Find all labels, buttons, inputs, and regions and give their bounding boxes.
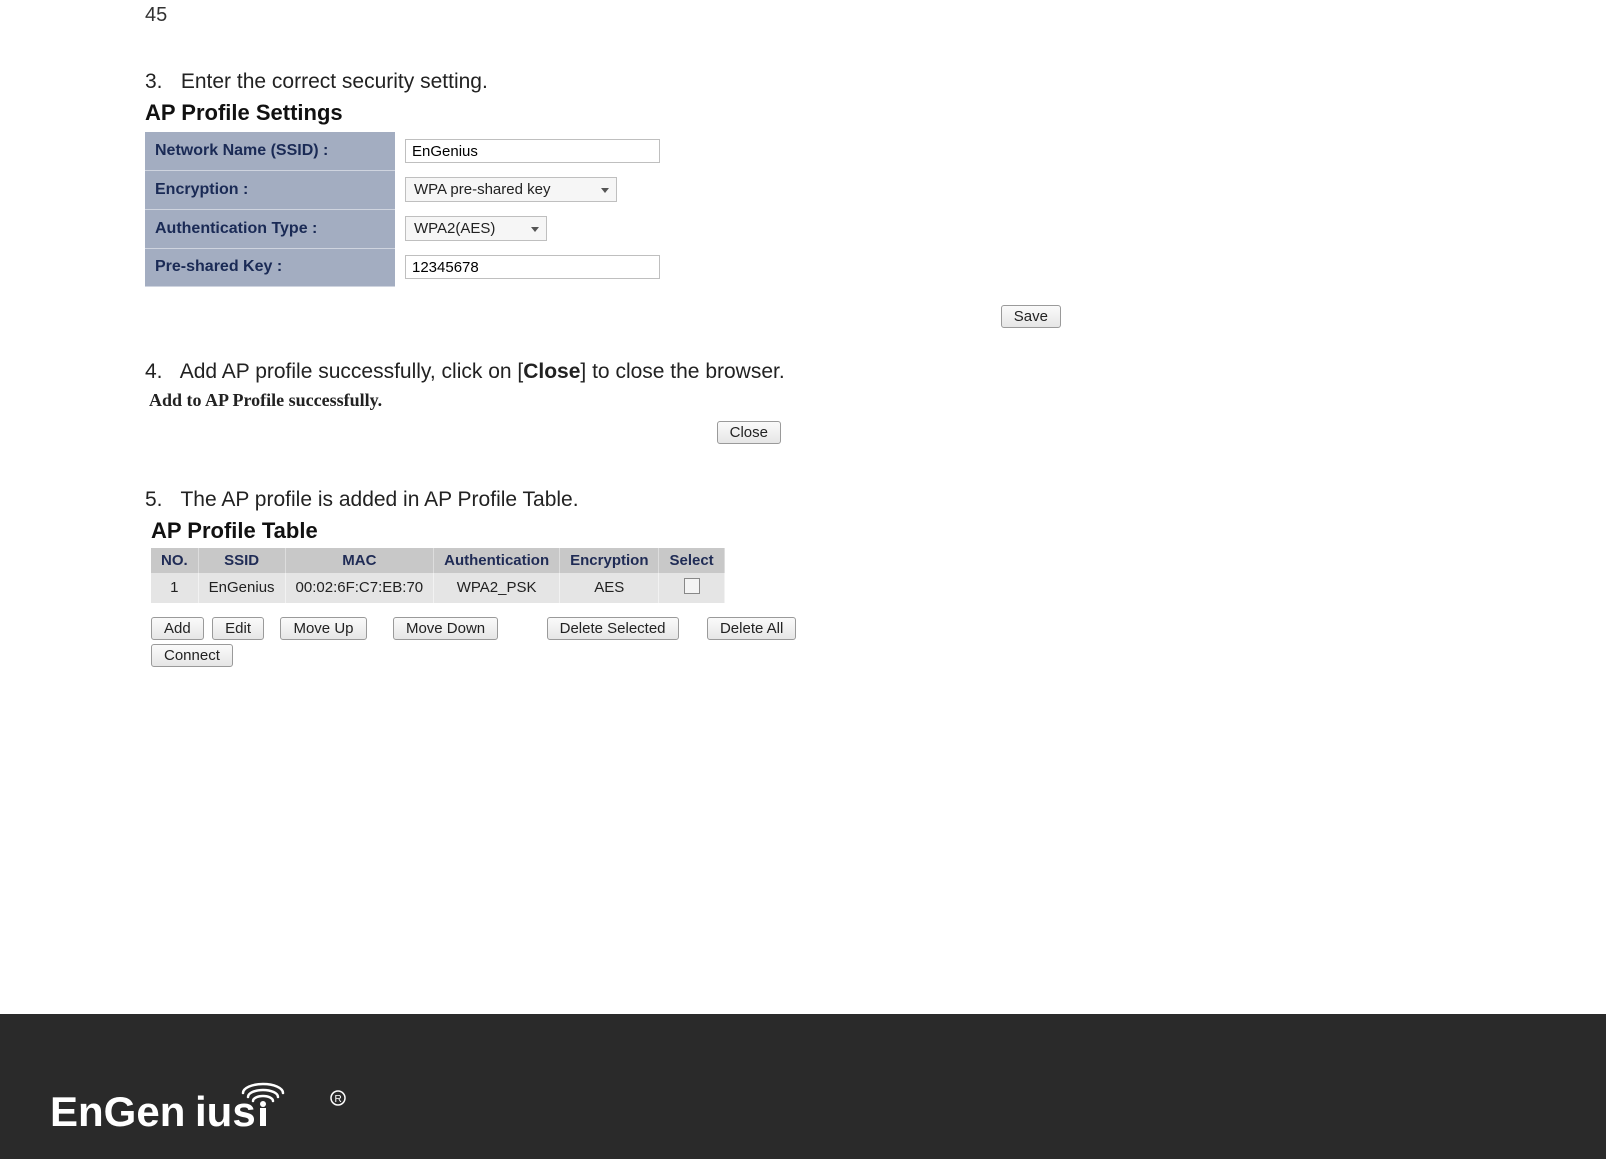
auth-type-row: Authentication Type : WPA2(AES) bbox=[145, 209, 675, 248]
step-number: 3. bbox=[145, 70, 175, 94]
step-4: 4. Add AP profile successfully, click on… bbox=[145, 360, 1145, 384]
move-down-button[interactable]: Move Down bbox=[393, 617, 498, 640]
delete-selected-button[interactable]: Delete Selected bbox=[547, 617, 679, 640]
table-header-row: NO. SSID MAC Authentication Encryption S… bbox=[151, 548, 724, 573]
encryption-row: Encryption : WPA pre-shared key bbox=[145, 170, 675, 209]
ssid-label: Network Name (SSID) : bbox=[145, 132, 395, 170]
add-button[interactable]: Add bbox=[151, 617, 204, 640]
step-number: 4. bbox=[145, 360, 175, 384]
col-enc: Encryption bbox=[560, 548, 659, 573]
step-text: Enter the correct security setting. bbox=[181, 70, 488, 93]
engenius-logo-icon: EnGen ius R bbox=[50, 1076, 360, 1136]
svg-text:ius: ius bbox=[195, 1088, 256, 1135]
step-4-bold: Close bbox=[523, 360, 580, 383]
ssid-input[interactable] bbox=[405, 139, 660, 163]
page-footer: EnGen ius R bbox=[0, 1014, 1606, 1159]
ap-profile-table: NO. SSID MAC Authentication Encryption S… bbox=[151, 548, 725, 603]
edit-button[interactable]: Edit bbox=[212, 617, 264, 640]
cell-enc: AES bbox=[560, 573, 659, 603]
step-3: 3. Enter the correct security setting. bbox=[145, 70, 1145, 94]
add-success-message: Add to AP Profile successfully. bbox=[149, 390, 1145, 411]
auth-type-select[interactable]: WPA2(AES) bbox=[405, 216, 547, 241]
step-number: 5. bbox=[145, 488, 175, 512]
col-auth: Authentication bbox=[434, 548, 560, 573]
col-ssid: SSID bbox=[198, 548, 285, 573]
svg-text:R: R bbox=[335, 1094, 342, 1105]
col-sel: Select bbox=[659, 548, 724, 573]
encryption-select[interactable]: WPA pre-shared key bbox=[405, 177, 617, 202]
step-5: 5. The AP profile is added in AP Profile… bbox=[145, 488, 1145, 512]
document-page: 45 3. Enter the correct security setting… bbox=[0, 0, 1606, 1159]
table-row: 1 EnGenius 00:02:6F:C7:EB:70 WPA2_PSK AE… bbox=[151, 573, 724, 603]
psk-row: Pre-shared Key : bbox=[145, 248, 675, 286]
close-button[interactable]: Close bbox=[717, 421, 781, 444]
close-row: Close bbox=[145, 421, 785, 448]
table-buttons: Add Edit Move Up Move Down Delete Select… bbox=[151, 617, 1145, 671]
cell-sel bbox=[659, 573, 724, 603]
svg-text:EnGen: EnGen bbox=[50, 1088, 185, 1135]
page-content: 3. Enter the correct security setting. A… bbox=[145, 70, 1145, 671]
delete-all-button[interactable]: Delete All bbox=[707, 617, 796, 640]
cell-no: 1 bbox=[151, 573, 198, 603]
save-button[interactable]: Save bbox=[1001, 305, 1061, 328]
auth-type-label: Authentication Type : bbox=[145, 209, 395, 248]
connect-button[interactable]: Connect bbox=[151, 644, 233, 667]
cell-mac: 00:02:6F:C7:EB:70 bbox=[285, 573, 434, 603]
step-text: Add AP profile successfully, click on [C… bbox=[180, 360, 785, 383]
page-number: 45 bbox=[145, 4, 167, 27]
encryption-label: Encryption : bbox=[145, 170, 395, 209]
psk-label: Pre-shared Key : bbox=[145, 248, 395, 286]
move-up-button[interactable]: Move Up bbox=[280, 617, 366, 640]
ssid-row: Network Name (SSID) : bbox=[145, 132, 675, 170]
ap-profile-table-title: AP Profile Table bbox=[151, 518, 1145, 544]
cell-ssid: EnGenius bbox=[198, 573, 285, 603]
step-4-post: ] to close the browser. bbox=[580, 360, 784, 383]
col-mac: MAC bbox=[285, 548, 434, 573]
step-4-pre: Add AP profile successfully, click on [ bbox=[180, 360, 524, 383]
ap-profile-settings-title: AP Profile Settings bbox=[145, 100, 1145, 126]
step-text: The AP profile is added in AP Profile Ta… bbox=[180, 488, 578, 511]
cell-auth: WPA2_PSK bbox=[434, 573, 560, 603]
ap-profile-settings-table: Network Name (SSID) : Encryption : WPA p… bbox=[145, 132, 675, 287]
save-row: Save bbox=[145, 305, 1065, 332]
psk-input[interactable] bbox=[405, 255, 660, 279]
col-no: NO. bbox=[151, 548, 198, 573]
row-select-checkbox[interactable] bbox=[684, 578, 700, 594]
